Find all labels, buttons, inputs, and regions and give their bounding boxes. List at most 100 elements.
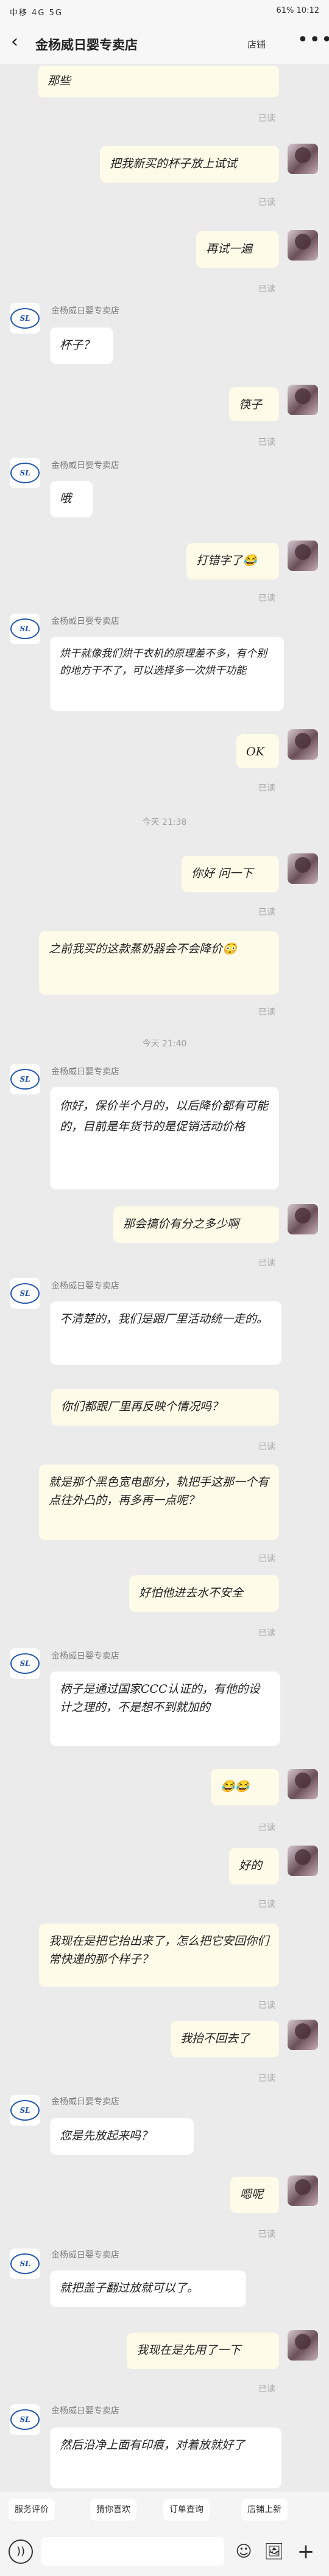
sender-name: 金杨威日婴专卖店 [51,617,119,626]
store-avatar[interactable]: SL [10,614,40,644]
avatar[interactable] [288,1204,318,1234]
avatar[interactable] [288,385,318,415]
message-bubble[interactable]: 把我新买的杯子放上试试 [100,146,279,183]
store-avatar[interactable]: SL [10,1064,40,1094]
message-bubble[interactable]: 不清楚的，我们是跟厂里活动统一走的。 [50,1301,281,1365]
read-label: 已读 [258,2074,275,2084]
read-label: 已读 [258,114,275,124]
chat-header: ‹ 金杨威日婴专卖店 店铺 ••• [0,22,329,65]
sender-name: 金杨威日婴专卖店 [51,2097,119,2107]
message-bubble[interactable]: 我抬不回去了 [171,2021,279,2057]
read-label: 已读 [258,198,275,208]
read-label: 已读 [258,2230,275,2239]
read-label: 已读 [258,438,275,447]
input-bar: )) ☺ 🖼 + [0,2529,329,2576]
status-battery-time: 61% 10:12 [276,6,320,15]
message-bubble[interactable]: 打错字了😂 [186,543,279,579]
message-bubble[interactable]: 您是先放起来吗？ [50,2118,194,2155]
message-bubble[interactable]: 你们都跟厂里再反映个情况吗？ [51,1389,279,1426]
store-logo-icon: SL [10,2100,40,2121]
message-bubble[interactable]: 哦 [50,481,93,517]
message-bubble[interactable]: 就是那个黑色宽电部分，轨把手这那一个有点往外凸的，再多再一点呢？ [39,1465,279,1540]
sender-name: 金杨威日婴专卖店 [51,1281,119,1291]
store-avatar[interactable]: SL [10,2249,40,2279]
avatar[interactable] [288,729,318,760]
read-label: 已读 [258,2001,275,2011]
back-icon[interactable]: ‹ [11,33,18,51]
message-bubble[interactable]: OK [236,734,279,768]
emoji-icon[interactable]: ☺ [232,2539,256,2564]
avatar[interactable] [288,144,318,174]
avatar[interactable] [288,1769,318,1799]
store-logo-icon: SL [10,1283,40,1304]
image-icon[interactable]: 🖼 [262,2539,286,2564]
message-bubble[interactable]: 那会搞价有分之多少啊 [113,1206,279,1243]
read-label: 已读 [258,1823,275,1833]
page-title: 金杨威日婴专卖店 [35,38,138,52]
read-label: 已读 [258,1554,275,1564]
status-carrier: 中移 4G 5G [10,9,63,18]
store-logo-icon: SL [10,618,40,639]
avatar[interactable] [288,853,318,884]
message-bubble[interactable]: 好怕他进去水不安全 [129,1575,279,1612]
message-bubble[interactable]: 再试一遍 [196,231,279,268]
read-label: 已读 [258,284,275,294]
message-input[interactable] [41,2537,224,2566]
store-logo-icon: SL [10,1653,40,1674]
store-avatar[interactable]: SL [10,1278,40,1309]
avatar[interactable] [288,230,318,261]
message-bubble[interactable]: 我现在是先用了一下 [127,2333,279,2369]
message-bubble[interactable]: 柄子是通过国家CCC认证的，有他的设计之理的，不是想不到就加的 [50,1671,280,1746]
avatar[interactable] [288,1846,318,1876]
sender-name: 金杨威日婴专卖店 [51,461,119,471]
timestamp: 今天 21:40 [142,1039,187,1049]
avatar[interactable] [288,541,318,571]
read-label: 已读 [258,2384,275,2394]
store-button[interactable]: 店铺 [247,38,266,51]
store-logo-icon: SL [10,308,40,329]
message-bubble[interactable]: 筷子 [229,387,279,421]
quick-action-recommend[interactable]: 猜你喜欢 [90,2499,136,2521]
plus-icon[interactable]: + [294,2539,318,2564]
more-icon[interactable]: ••• [297,29,329,51]
voice-icon[interactable]: )) [9,2539,33,2564]
read-label: 已读 [258,1628,275,1638]
quick-action-new-arrivals[interactable]: 店铺上新 [241,2499,288,2521]
sender-name: 金杨威日婴专卖店 [51,1067,119,1077]
store-avatar[interactable]: SL [10,458,40,488]
message-bubble[interactable]: 杯子？ [50,327,113,364]
read-label: 已读 [258,783,275,793]
message-bubble[interactable]: 你好，保价半个月的，以后降价都有可能的，目前是年货节的是促销活动价格 [50,1087,279,1189]
store-avatar[interactable]: SL [10,2404,40,2435]
sender-name: 金杨威日婴专卖店 [51,2406,119,2416]
store-logo-icon: SL [10,463,40,483]
read-label: 已读 [258,908,275,917]
message-bubble[interactable]: 😂😂 [211,1769,279,1805]
quick-action-rate-service[interactable]: 服务评价 [9,2499,55,2521]
store-avatar[interactable]: SL [10,303,40,334]
sender-name: 金杨威日婴专卖店 [51,1651,119,1661]
message-bubble[interactable]: 嗯呢 [230,2177,279,2213]
message-bubble[interactable]: 之前我买的这款蒸奶器会不会降价😳 [39,931,279,995]
store-logo-icon: SL [10,2253,40,2274]
message-bubble[interactable]: 你好 问一下 [182,856,279,892]
message-bubble[interactable]: 我现在是把它抬出来了，怎么把它安回你们常快递的那个样子？ [39,1923,279,1987]
message-bubble[interactable]: 那些 [38,66,279,97]
message-bubble[interactable]: 烘干就像我们烘干衣机的原理差不多，有个别的地方干不了，可以选择多一次烘干功能 [50,637,284,711]
message-bubble[interactable]: 好的 [229,1848,279,1885]
store-logo-icon: SL [10,1069,40,1090]
message-bubble[interactable]: 然后沿净上面有印痕，对着放就好了 [50,2427,281,2488]
timestamp: 今天 21:38 [142,817,187,827]
store-logo-icon: SL [10,2409,40,2430]
read-label: 已读 [258,593,275,603]
read-label: 已读 [258,1442,275,1452]
avatar[interactable] [288,2330,318,2361]
quick-action-order-query[interactable]: 订单查询 [163,2499,210,2521]
avatar[interactable] [288,2175,318,2206]
message-bubble[interactable]: 就把盖子翻过放就可以了。 [50,2270,246,2307]
store-avatar[interactable]: SL [10,2095,40,2126]
status-bar: 中移 4G 5G 61% 10:12 [0,0,329,22]
store-avatar[interactable]: SL [10,1648,40,1679]
avatar[interactable] [288,2020,318,2050]
sender-name: 金杨威日婴专卖店 [51,306,119,316]
